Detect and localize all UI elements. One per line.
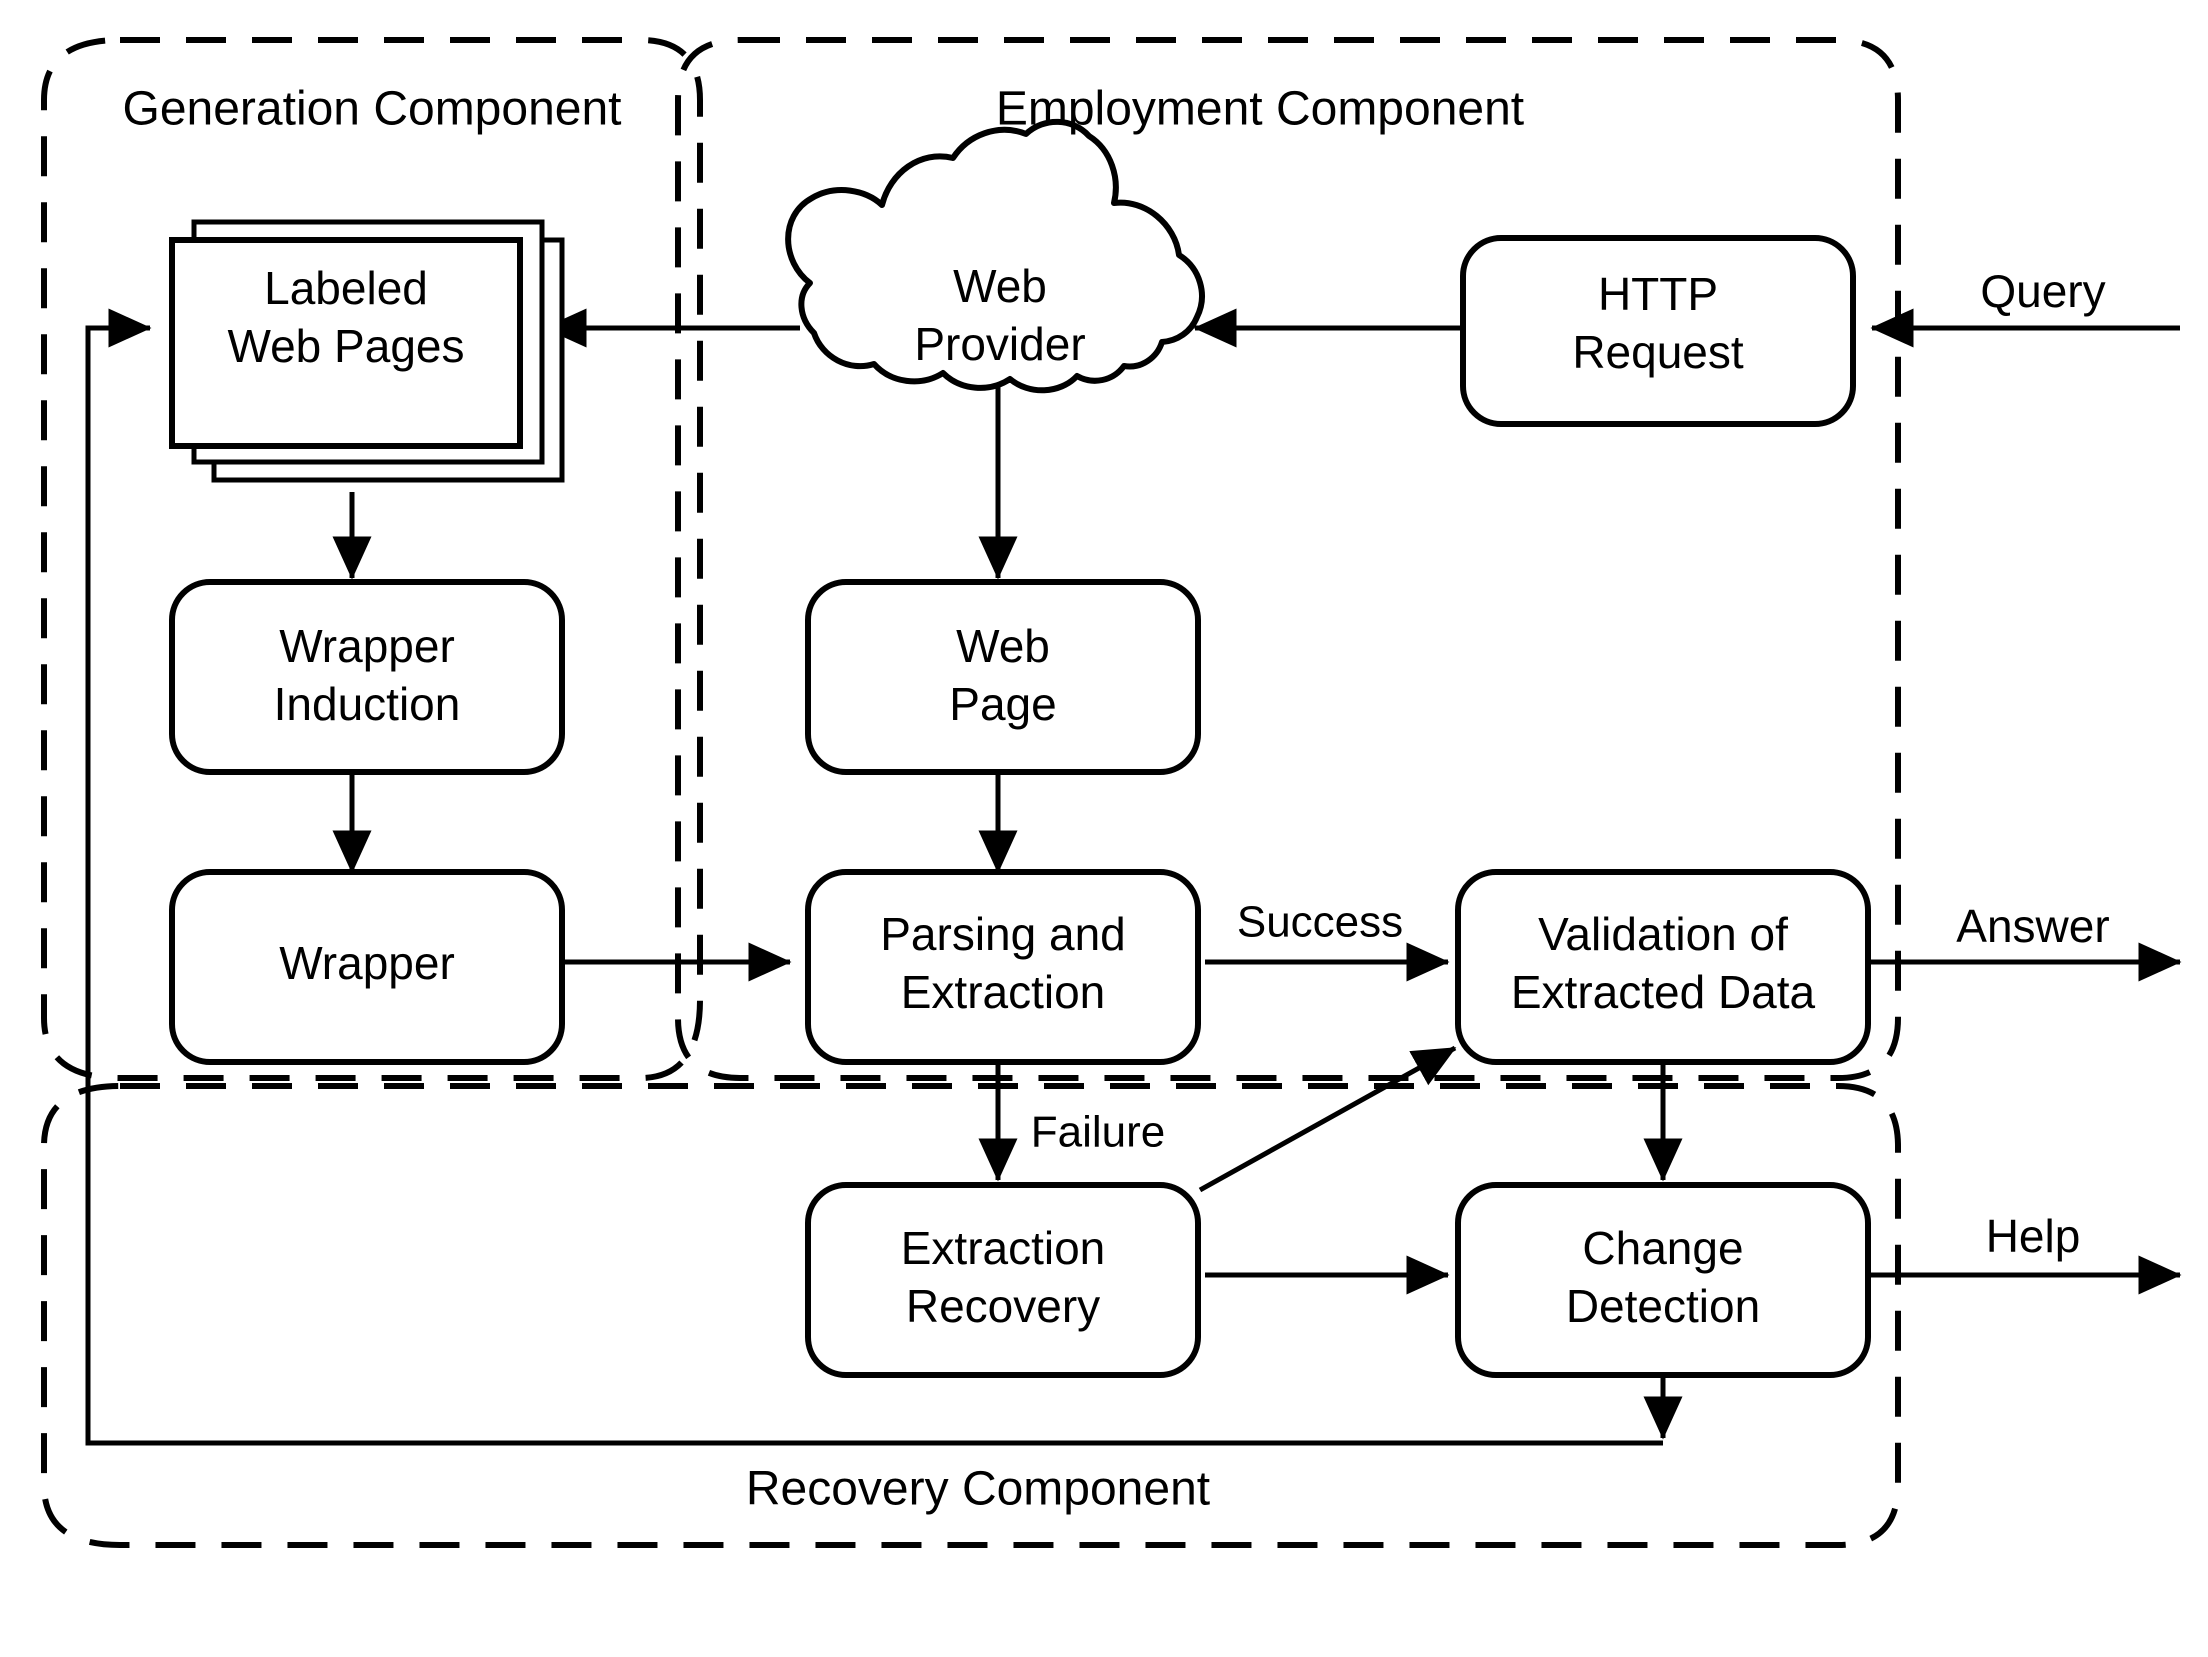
wrapper-induction-box (169, 579, 565, 775)
change-detection-label-line1: Change (1582, 1222, 1743, 1274)
extraction-recovery-label-line1: Extraction (901, 1222, 1106, 1274)
web-page-label-line2: Page (949, 678, 1056, 730)
group-label-generation: Generation Component (123, 83, 622, 136)
node-web-provider[interactable]: Web Provider (785, 118, 1205, 394)
wrapper-label-line1: Wrapper (279, 937, 455, 989)
io-label-query: Query (1980, 265, 2105, 317)
node-parsing-and-extraction[interactable]: Parsing and Extraction (805, 869, 1201, 1065)
web-page-label-line1: Web (956, 620, 1050, 672)
node-extraction-recovery[interactable]: Extraction Recovery (805, 1182, 1201, 1378)
io-label-answer: Answer (1956, 900, 2109, 952)
diagram-canvas: Labeled Web Pages Wrapper Induction Wrap… (0, 0, 2208, 1657)
node-wrapper-induction[interactable]: Wrapper Induction (169, 579, 565, 775)
parsing-and-extraction-label-line1: Parsing and (880, 908, 1126, 960)
labeled-web-pages-label-line1: Labeled (264, 262, 428, 314)
validation-of-extracted-data-label-line1: Validation of (1538, 908, 1788, 960)
wrapper-induction-label-line2: Induction (274, 678, 461, 730)
http-request-label-line2: Request (1572, 326, 1744, 378)
node-wrapper[interactable]: Wrapper (169, 869, 565, 1065)
io-label-help: Help (1986, 1210, 2081, 1262)
node-labeled-web-pages[interactable]: Labeled Web Pages (169, 219, 565, 483)
http-request-label-line1: HTTP (1598, 268, 1718, 320)
labeled-web-pages-label-line2: Web Pages (228, 320, 465, 372)
node-validation-of-extracted-data[interactable]: Validation of Extracted Data (1455, 869, 1871, 1065)
wrapper-induction-label-line1: Wrapper (279, 620, 455, 672)
edge-label-failure: Failure (1031, 1108, 1166, 1157)
web-provider-label-line1: Web (953, 260, 1047, 312)
group-label-employment: Employment Component (996, 83, 1524, 136)
node-change-detection[interactable]: Change Detection (1455, 1182, 1871, 1378)
web-page-box (805, 579, 1201, 775)
flow-diagram-svg: Labeled Web Pages Wrapper Induction Wrap… (41, 37, 2182, 1548)
group-label-recovery: Recovery Component (746, 1463, 1210, 1516)
validation-of-extracted-data-label-line2: Extracted Data (1511, 966, 1816, 1018)
edge-extraction-recovery-to-validation (1198, 1045, 1457, 1193)
edge-label-success: Success (1237, 898, 1403, 947)
node-web-page[interactable]: Web Page (805, 579, 1201, 775)
parsing-and-extraction-label-line2: Extraction (901, 966, 1106, 1018)
extraction-recovery-label-line2: Recovery (906, 1280, 1100, 1332)
change-detection-label-line2: Detection (1566, 1280, 1760, 1332)
web-provider-label-line2: Provider (914, 318, 1085, 370)
node-http-request[interactable]: HTTP Request (1460, 235, 1856, 427)
